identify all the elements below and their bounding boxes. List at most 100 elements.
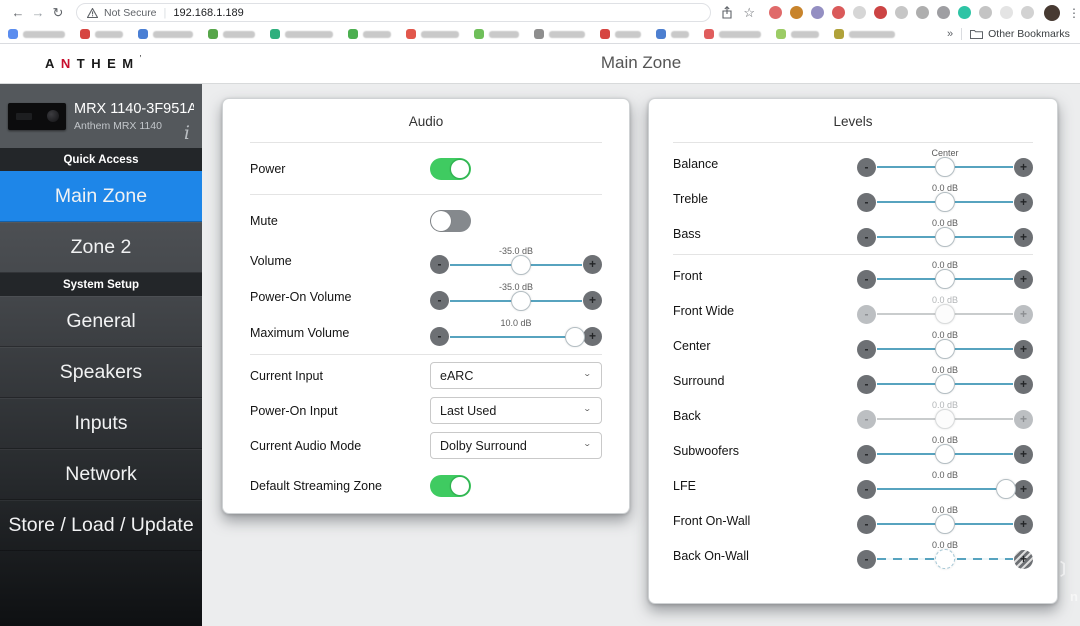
slider-thumb[interactable] — [511, 290, 532, 311]
decrease-lfe-button[interactable]: - — [857, 479, 876, 499]
extension-icon[interactable] — [1021, 6, 1034, 19]
slider-track[interactable]: 0.0 dB — [877, 435, 1013, 465]
default-streaming-zone-toggle[interactable] — [430, 474, 471, 497]
decrease-front-button[interactable]: - — [857, 269, 876, 289]
extension-icon[interactable] — [790, 6, 803, 19]
sidebar-item-zone-2[interactable]: Zone 2 — [0, 222, 202, 273]
sidebar-item-speakers[interactable]: Speakers — [0, 347, 202, 398]
increase-balance-button[interactable]: + — [1014, 157, 1033, 177]
increase-maximum-volume-button[interactable]: + — [583, 327, 602, 346]
bookmark-item[interactable] — [534, 29, 585, 39]
decrease-surround-button[interactable]: - — [857, 374, 876, 394]
slider-thumb[interactable] — [935, 339, 955, 359]
bookmark-item[interactable] — [208, 29, 255, 39]
bookmark-item[interactable] — [80, 29, 123, 39]
extension-icon[interactable] — [769, 6, 782, 19]
slider-thumb[interactable] — [935, 444, 955, 464]
increase-bass-button[interactable]: + — [1014, 227, 1033, 247]
increase-front-button[interactable]: + — [1014, 269, 1033, 289]
bookmark-item[interactable] — [138, 29, 193, 39]
info-icon[interactable]: i — [184, 122, 190, 144]
extension-icon[interactable] — [937, 6, 950, 19]
slider-track[interactable]: 10.0 dB — [450, 318, 586, 348]
sidebar-item-main-zone[interactable]: Main Zone — [0, 171, 202, 222]
extension-icon[interactable] — [853, 6, 866, 19]
increase-front-wide-button[interactable]: + — [1014, 304, 1033, 324]
bookmark-item[interactable] — [704, 29, 761, 39]
slider-thumb[interactable] — [565, 326, 586, 347]
increase-center-button[interactable]: + — [1014, 339, 1033, 359]
decrease-front-wide-button[interactable]: - — [857, 304, 876, 324]
slider-thumb[interactable] — [996, 479, 1017, 499]
extension-icon[interactable] — [811, 6, 824, 19]
increase-power-on-volume-button[interactable]: + — [583, 291, 602, 310]
bookmark-item[interactable] — [656, 29, 689, 39]
browser-menu-icon[interactable]: ⋮ — [1068, 6, 1080, 20]
slider-thumb[interactable] — [935, 227, 955, 247]
decrease-back-button[interactable]: - — [857, 409, 876, 429]
decrease-power-on-volume-button[interactable]: - — [430, 291, 449, 310]
slider-thumb[interactable] — [935, 374, 955, 394]
address-bar[interactable]: Not Secure | 192.168.1.189 — [76, 3, 712, 22]
other-bookmarks-button[interactable]: Other Bookmarks — [970, 28, 1070, 40]
decrease-balance-button[interactable]: - — [857, 157, 876, 177]
decrease-center-button[interactable]: - — [857, 339, 876, 359]
slider-track[interactable]: Center — [877, 148, 1013, 178]
slider-thumb[interactable] — [935, 192, 955, 212]
slider-thumb[interactable] — [935, 269, 955, 289]
bookmark-item[interactable] — [270, 29, 333, 39]
extension-icon[interactable] — [1000, 6, 1013, 19]
mute-toggle[interactable] — [430, 209, 471, 232]
slider-thumb[interactable] — [511, 254, 532, 275]
slider-track[interactable]: 0.0 dB — [877, 260, 1013, 290]
slider-track[interactable]: 0.0 dB — [877, 470, 1017, 500]
current-input-select[interactable]: eARC ⌄ — [430, 362, 602, 389]
slider-thumb[interactable] — [935, 549, 955, 569]
extension-icon[interactable] — [895, 6, 908, 19]
share-icon[interactable] — [721, 6, 733, 19]
bookmark-item[interactable] — [406, 29, 459, 39]
bookmark-item[interactable] — [474, 29, 519, 39]
increase-volume-button[interactable]: + — [583, 255, 602, 274]
increase-lfe-button[interactable]: + — [1014, 479, 1033, 499]
decrease-subwoofers-button[interactable]: - — [857, 444, 876, 464]
slider-track[interactable]: 0.0 dB — [877, 540, 1013, 570]
increase-treble-button[interactable]: + — [1014, 192, 1033, 212]
bookmark-item[interactable] — [834, 29, 895, 39]
slider-track[interactable]: 0.0 dB — [877, 365, 1013, 395]
extension-icon[interactable] — [832, 6, 845, 19]
increase-surround-button[interactable]: + — [1014, 374, 1033, 394]
bookmark-item[interactable] — [348, 29, 391, 39]
bookmark-item[interactable] — [776, 29, 819, 39]
slider-track[interactable]: -35.0 dB — [450, 282, 582, 312]
extension-icon[interactable] — [958, 6, 971, 19]
bookmark-item[interactable] — [600, 29, 641, 39]
slider-track[interactable]: -35.0 dB — [450, 246, 582, 276]
increase-front-on-wall-button[interactable]: + — [1014, 514, 1033, 534]
decrease-treble-button[interactable]: - — [857, 192, 876, 212]
power-toggle[interactable] — [430, 157, 471, 180]
slider-track[interactable]: 0.0 dB — [877, 218, 1013, 248]
slider-thumb[interactable] — [935, 157, 955, 177]
increase-back-button[interactable]: + — [1014, 409, 1033, 429]
slider-track[interactable]: 0.0 dB — [877, 183, 1013, 213]
increase-subwoofers-button[interactable]: + — [1014, 444, 1033, 464]
slider-track[interactable]: 0.0 dB — [877, 400, 1013, 430]
slider-track[interactable]: 0.0 dB — [877, 330, 1013, 360]
decrease-front-on-wall-button[interactable]: - — [857, 514, 876, 534]
bookmarks-overflow-icon[interactable]: » — [947, 28, 953, 40]
bookmark-item[interactable] — [8, 29, 65, 39]
increase-back-on-wall-button[interactable]: + — [1014, 549, 1033, 569]
extension-icon[interactable] — [874, 6, 887, 19]
decrease-volume-button[interactable]: - — [430, 255, 449, 274]
forward-button[interactable]: → — [28, 5, 48, 20]
profile-avatar[interactable] — [1044, 4, 1060, 21]
slider-thumb[interactable] — [935, 304, 955, 324]
reload-button[interactable]: ↻ — [48, 5, 68, 21]
bookmark-star-icon[interactable]: ☆ — [743, 5, 755, 21]
decrease-maximum-volume-button[interactable]: - — [430, 327, 449, 346]
power-on-input-select[interactable]: Last Used ⌄ — [430, 397, 602, 424]
sidebar-item-general[interactable]: General — [0, 296, 202, 347]
slider-track[interactable]: 0.0 dB — [877, 295, 1013, 325]
extension-icon[interactable] — [916, 6, 929, 19]
